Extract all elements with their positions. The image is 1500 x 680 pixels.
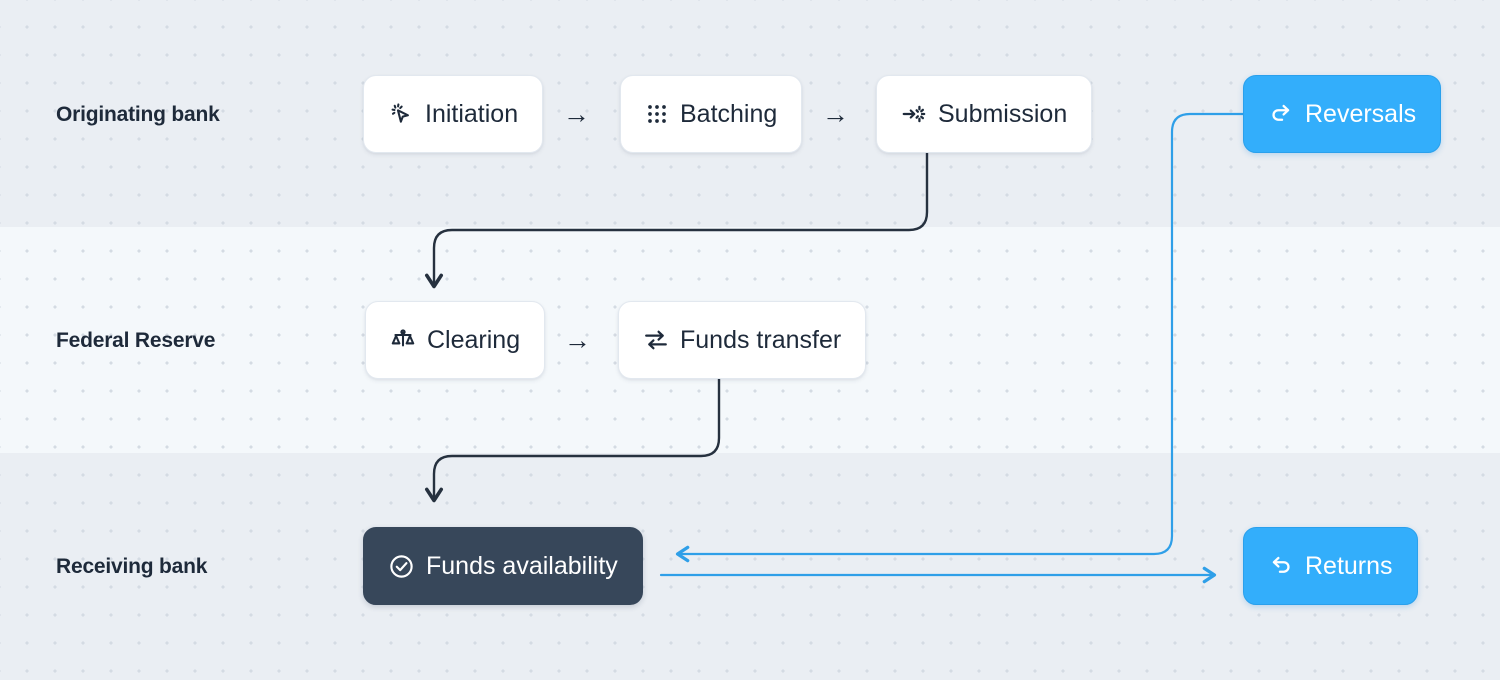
inline-arrow-clearing-to-funds-transfer: → <box>564 325 591 355</box>
check-circle-icon <box>388 553 415 580</box>
node-label: Funds transfer <box>680 325 842 354</box>
node-label: Reversals <box>1305 99 1417 128</box>
node-label: Funds availability <box>426 551 618 580</box>
node-label: Initiation <box>425 99 519 128</box>
lane-label-originating-bank: Originating bank <box>56 103 220 126</box>
node-label: Batching <box>680 99 778 128</box>
node-label: Returns <box>1305 551 1393 580</box>
double-arrow-right-icon <box>643 327 669 353</box>
lane-label-federal-reserve: Federal Reserve <box>56 329 216 352</box>
inline-arrow-batching-to-submission: → <box>822 99 849 129</box>
dot-grid-icon <box>645 102 669 126</box>
node-label: Clearing <box>427 325 521 354</box>
diagram-canvas: Originating bank Federal Reserve Receivi… <box>0 0 1500 680</box>
lane-label-receiving-bank: Receiving bank <box>56 555 208 578</box>
undo-arrow-icon <box>1268 553 1294 579</box>
node-clearing[interactable]: Clearing <box>365 301 546 379</box>
node-returns[interactable]: Returns <box>1243 527 1418 605</box>
node-initiation[interactable]: Initiation <box>363 75 544 153</box>
node-funds-transfer[interactable]: Funds transfer <box>618 301 867 379</box>
redo-arrow-icon <box>1268 101 1294 127</box>
node-reversals[interactable]: Reversals <box>1243 75 1442 153</box>
inline-arrow-initiation-to-batching: → <box>563 99 590 129</box>
balance-scales-icon <box>390 327 416 353</box>
node-submission[interactable]: Submission <box>876 75 1093 153</box>
arrow-into-burst-icon <box>901 101 927 127</box>
cursor-sparkle-icon <box>388 101 414 127</box>
node-batching[interactable]: Batching <box>620 75 803 153</box>
node-funds-availability[interactable]: Funds availability <box>363 527 643 605</box>
node-label: Submission <box>938 99 1068 128</box>
